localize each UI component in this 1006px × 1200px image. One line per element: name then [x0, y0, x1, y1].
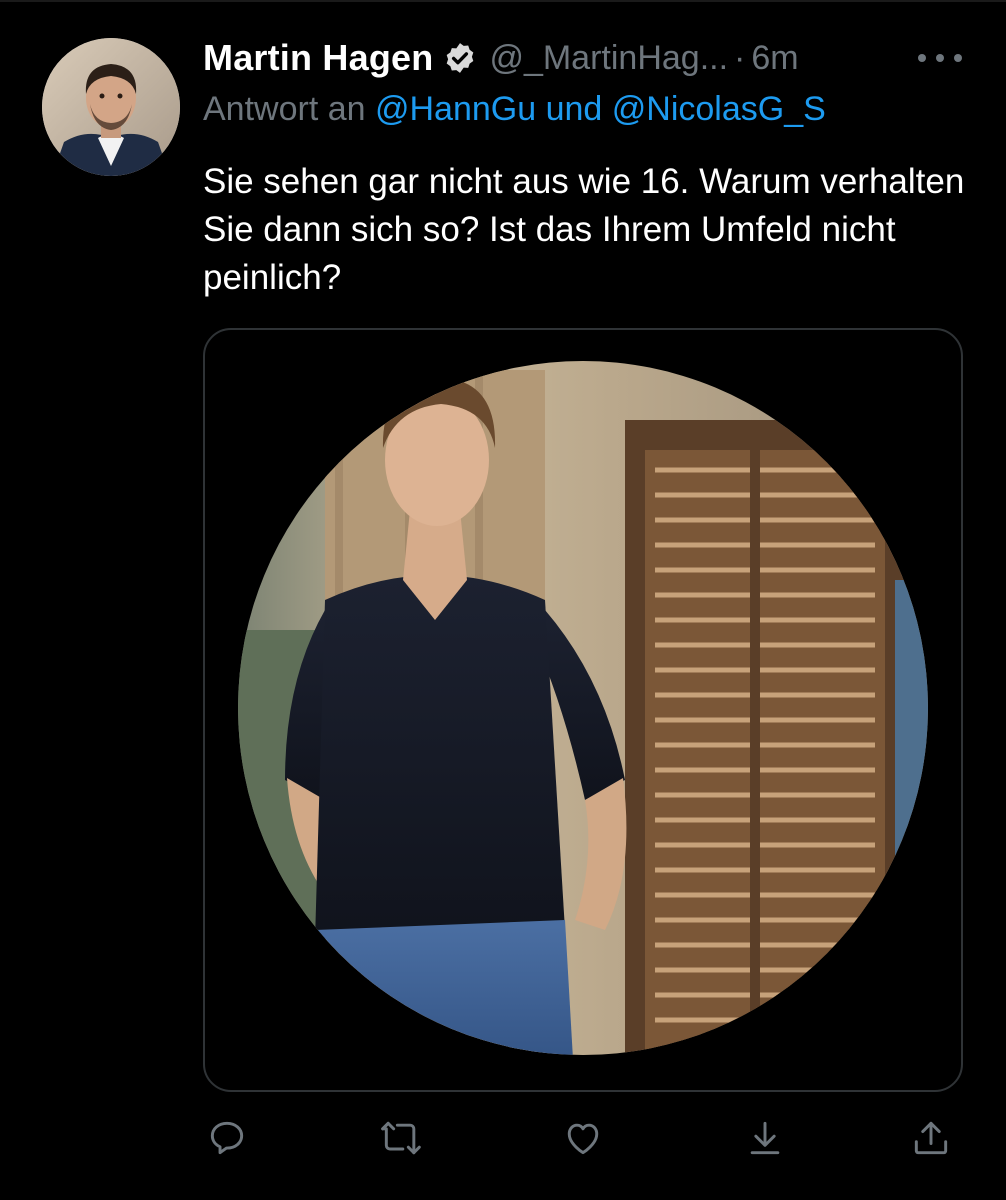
tweet-text: Sie sehen gar nicht aus wie 16. Warum ve… — [203, 162, 965, 297]
share-icon — [914, 1121, 948, 1155]
avatar[interactable] — [42, 38, 180, 176]
separator-dot: · — [734, 38, 746, 77]
action-bar — [203, 1110, 963, 1170]
heart-icon — [567, 1123, 599, 1155]
verified-badge-icon — [443, 41, 477, 75]
tweet-header: Martin Hagen @_MartinHag... · 6m — [203, 36, 799, 80]
display-name[interactable]: Martin Hagen — [203, 37, 433, 79]
reply-mentions[interactable]: @HannGu und @NicolasG_S — [375, 90, 826, 128]
reply-button[interactable] — [199, 1110, 255, 1166]
media-card[interactable] — [203, 328, 963, 1092]
user-handle[interactable]: @_MartinHag... — [489, 39, 728, 78]
divider — [0, 0, 1006, 2]
retweet-icon — [381, 1121, 421, 1155]
share-button[interactable] — [903, 1110, 959, 1166]
reply-prefix: Antwort an — [203, 90, 366, 128]
download-icon — [750, 1121, 780, 1155]
retweet-button[interactable] — [373, 1110, 429, 1166]
media-photo — [238, 361, 928, 1055]
save-button[interactable] — [737, 1110, 793, 1166]
more-options-icon[interactable] — [918, 43, 962, 73]
avatar-photo — [42, 38, 180, 176]
reply-context: Antwort an @HannGu und @NicolasG_S — [203, 90, 826, 129]
reply-icon — [210, 1121, 244, 1155]
like-button[interactable] — [555, 1110, 611, 1166]
tweet[interactable]: Martin Hagen @_MartinHag... · 6m Antwort… — [0, 0, 1006, 1200]
timestamp[interactable]: 6m — [751, 39, 798, 78]
